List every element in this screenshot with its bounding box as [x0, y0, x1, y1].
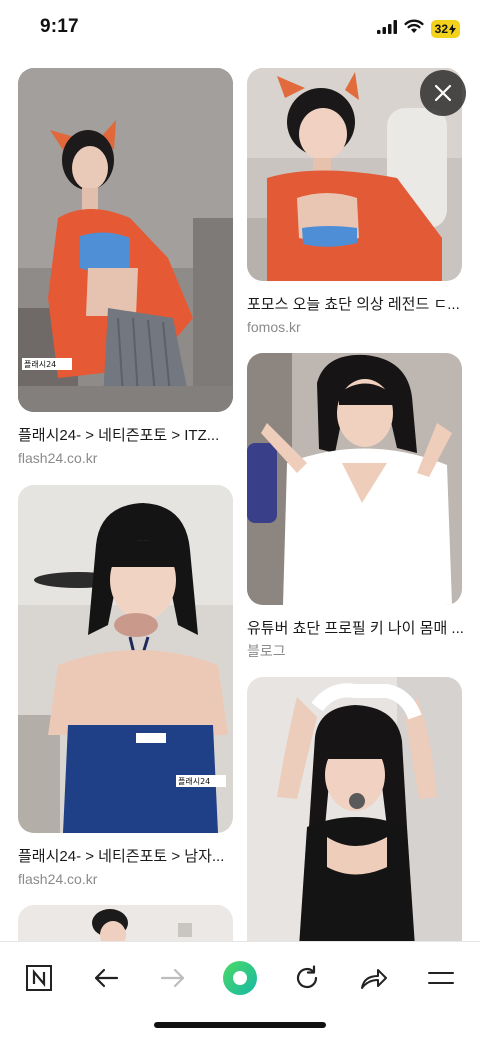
close-icon	[434, 84, 452, 102]
menu-icon	[428, 972, 454, 984]
battery-indicator: 32	[430, 20, 460, 38]
back-button[interactable]	[84, 956, 128, 1000]
image-results-feed[interactable]: 플래시24 플래시24- > 네티즌포토 > ITZ... flash24.co…	[0, 68, 480, 941]
status-time: 9:17	[40, 16, 79, 37]
result-card[interactable]	[18, 905, 233, 941]
watermark-label: 플래시24	[24, 360, 56, 369]
result-title[interactable]: 플래시24- > 네티즌포토 > 남자...	[18, 847, 233, 867]
wifi-icon	[404, 19, 424, 39]
watermark-label: 플래시24	[178, 777, 210, 786]
result-source[interactable]: flash24.co.kr	[18, 870, 233, 888]
menu-button[interactable]	[419, 956, 463, 1000]
refresh-button[interactable]	[285, 956, 329, 1000]
result-thumbnail[interactable]	[247, 677, 462, 941]
forward-button[interactable]	[151, 956, 195, 1000]
result-thumbnail[interactable]: 플래시24	[18, 485, 233, 833]
result-thumbnail[interactable]: 플래시24	[18, 68, 233, 412]
result-title[interactable]: 플래시24- > 네티즌포토 > ITZ...	[18, 426, 233, 446]
forward-arrow-icon	[160, 968, 185, 988]
naver-home-button[interactable]	[17, 956, 61, 1000]
result-source[interactable]: fomos.kr	[247, 318, 462, 336]
result-card[interactable]: 플래시24 플래시24- > 네티즌포토 > ITZ... flash24.co…	[18, 68, 233, 467]
result-title[interactable]: 포모스 오늘 쵸단 의상 레전드 ㄷ...	[247, 295, 462, 315]
result-card[interactable]: 유튜버 쵸단 프로필 키 나이 몸매 ... 블로그	[247, 353, 464, 660]
green-dot-icon	[223, 961, 257, 995]
result-card[interactable]: 플래시24 플래시24- > 네티즌포토 > 남자... flash24.co.…	[18, 485, 233, 888]
share-icon	[361, 969, 387, 989]
result-source[interactable]: 블로그	[247, 642, 464, 660]
green-dot-button[interactable]	[218, 956, 262, 1000]
home-indicator[interactable]	[154, 1022, 326, 1028]
share-button[interactable]	[352, 956, 396, 1000]
status-bar: 9:17 32	[0, 0, 480, 56]
cellular-signal-icon	[376, 19, 397, 39]
result-thumbnail[interactable]	[18, 905, 233, 941]
battery-level: 32	[434, 22, 448, 36]
status-icons: 32	[376, 19, 460, 39]
results-column-left: 플래시24 플래시24- > 네티즌포토 > ITZ... flash24.co…	[18, 68, 233, 941]
back-arrow-icon	[94, 968, 119, 988]
charging-bolt-icon	[449, 23, 456, 35]
refresh-icon	[296, 965, 318, 989]
result-thumbnail[interactable]	[247, 353, 462, 605]
close-button[interactable]	[420, 70, 466, 116]
result-card[interactable]	[247, 677, 462, 941]
naver-home-icon	[26, 965, 52, 991]
result-source[interactable]: flash24.co.kr	[18, 449, 233, 467]
result-title[interactable]: 유튜버 쵸단 프로필 키 나이 몸매 ...	[247, 619, 464, 639]
